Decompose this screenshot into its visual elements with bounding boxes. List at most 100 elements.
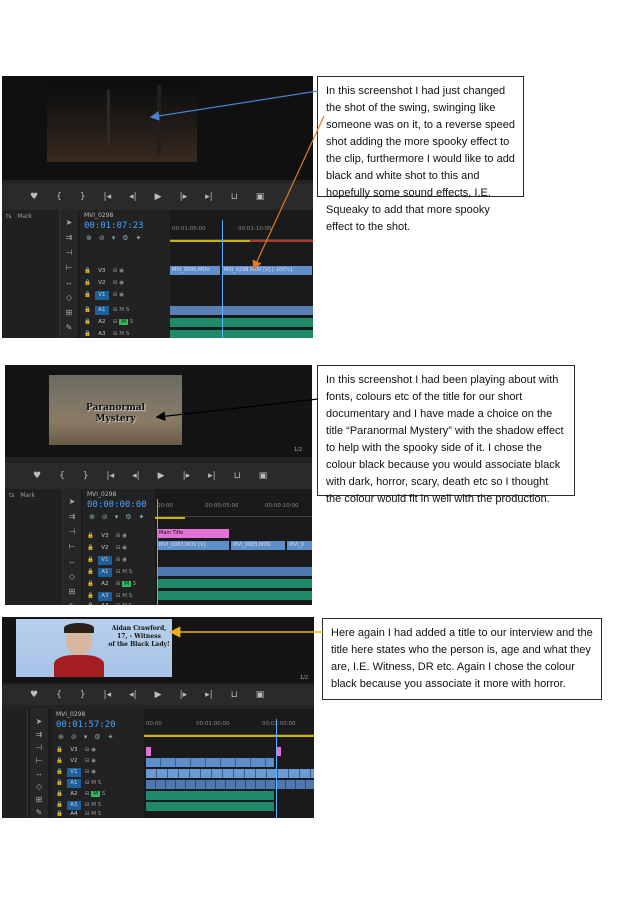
- audio-clip[interactable]: [157, 591, 312, 600]
- linked-selection-icon[interactable]: ⊘: [102, 513, 108, 521]
- track-v2[interactable]: 🔒 V2 ⊟ ◉: [56, 756, 144, 766]
- go-to-in-icon[interactable]: |◂: [104, 690, 112, 700]
- audio-clip[interactable]: [146, 780, 314, 789]
- track-select-icon[interactable]: ⇉: [66, 233, 73, 242]
- audio-clip[interactable]: [157, 579, 312, 588]
- linked-selection-icon[interactable]: ⊘: [99, 234, 105, 242]
- video-clip[interactable]: MVI_0: [287, 541, 312, 550]
- playhead[interactable]: [222, 220, 223, 338]
- audio-clip[interactable]: [170, 330, 313, 338]
- add-marker-icon[interactable]: ▾: [115, 513, 119, 521]
- lift-icon[interactable]: ⊔: [231, 690, 238, 700]
- time-ruler[interactable]: 00:00 00:00:05:00 00:00:10:00: [155, 501, 312, 517]
- ripple-edit-icon[interactable]: ⊣: [66, 248, 73, 257]
- audio-clip[interactable]: [170, 318, 313, 327]
- video-clip[interactable]: MVI_0298.MOV [V] [-100%]: [222, 266, 312, 275]
- playhead[interactable]: [157, 499, 158, 605]
- audio-clip[interactable]: [170, 306, 313, 315]
- slip-icon[interactable]: ⊞: [36, 795, 43, 804]
- track-select-icon[interactable]: ⇉: [36, 730, 43, 739]
- lift-icon[interactable]: ⊔: [234, 471, 241, 481]
- in-point-icon[interactable]: {: [56, 192, 62, 202]
- video-clip-segments[interactable]: [146, 769, 314, 778]
- snap-icon[interactable]: ⊕: [89, 513, 95, 521]
- track-a2[interactable]: 🔒 A2 ⊟ M S: [56, 789, 144, 799]
- rolling-edit-icon[interactable]: ⊢: [66, 263, 73, 272]
- step-back-icon[interactable]: ◂|: [129, 690, 137, 700]
- in-point-icon[interactable]: {: [59, 471, 65, 481]
- playhead[interactable]: [276, 719, 277, 818]
- audio-clip[interactable]: [146, 802, 274, 811]
- track-v3[interactable]: 🔒 V3 ⊟ ◉: [56, 745, 144, 755]
- out-point-icon[interactable]: }: [80, 192, 86, 202]
- go-to-in-icon[interactable]: |◂: [107, 471, 115, 481]
- panel-tabs[interactable]: ts Mark: [2, 210, 59, 223]
- audio-clip[interactable]: [146, 791, 274, 800]
- video-clip[interactable]: MVI_0095.MOV: [170, 266, 220, 275]
- video-clip[interactable]: MVI_0083.MOV: [231, 541, 285, 550]
- wrench-icon[interactable]: ✦: [108, 733, 114, 741]
- export-frame-icon[interactable]: ▣: [256, 690, 265, 700]
- marker-icon[interactable]: ♥: [30, 192, 38, 202]
- step-forward-icon[interactable]: |▸: [180, 690, 188, 700]
- add-marker-icon[interactable]: ▾: [112, 234, 116, 242]
- export-frame-icon[interactable]: ▣: [256, 192, 265, 202]
- pen-icon[interactable]: ✎: [36, 808, 43, 817]
- step-forward-icon[interactable]: |▸: [183, 471, 191, 481]
- track-a1[interactable]: 🔒 A1 ⊟ M S: [56, 778, 144, 788]
- razor-icon[interactable]: ◇: [69, 572, 75, 581]
- title-clip[interactable]: [146, 747, 151, 756]
- time-ruler[interactable]: 00:01:05:00 00:01:10:00: [170, 224, 313, 240]
- wrench-icon[interactable]: ✦: [136, 234, 142, 242]
- settings-icon[interactable]: ⚙: [125, 513, 131, 521]
- snap-icon[interactable]: ⊕: [86, 234, 92, 242]
- rate-stretch-icon[interactable]: ↔: [65, 278, 73, 287]
- audio-clip[interactable]: [157, 567, 312, 576]
- track-v1[interactable]: 🔒 V1 ⊟ ◉: [56, 767, 144, 777]
- razor-icon[interactable]: ◇: [66, 293, 72, 302]
- step-back-icon[interactable]: ◂|: [132, 471, 140, 481]
- snap-icon[interactable]: ⊕: [58, 733, 64, 741]
- play-icon[interactable]: ▶: [155, 192, 162, 202]
- selection-tool-icon[interactable]: ➤: [66, 218, 73, 227]
- marker-icon[interactable]: ♥: [30, 690, 38, 700]
- selection-tool-icon[interactable]: ➤: [69, 497, 76, 506]
- wrench-icon[interactable]: ✦: [139, 513, 145, 521]
- go-to-in-icon[interactable]: |◂: [104, 192, 112, 202]
- settings-icon[interactable]: ⚙: [94, 733, 100, 741]
- slip-icon[interactable]: ⊞: [69, 587, 76, 596]
- linked-selection-icon[interactable]: ⊘: [71, 733, 77, 741]
- settings-icon[interactable]: ⚙: [122, 234, 128, 242]
- pen-icon[interactable]: ✎: [69, 602, 76, 605]
- slip-icon[interactable]: ⊞: [66, 308, 73, 317]
- ripple-edit-icon[interactable]: ⊣: [69, 527, 76, 536]
- in-point-icon[interactable]: {: [56, 690, 62, 700]
- razor-icon[interactable]: ◇: [36, 782, 42, 791]
- play-icon[interactable]: ▶: [155, 690, 162, 700]
- lift-icon[interactable]: ⊔: [231, 192, 238, 202]
- title-clip[interactable]: Main Title: [157, 529, 229, 538]
- selection-tool-icon[interactable]: ➤: [36, 717, 43, 726]
- video-clip-segments[interactable]: [146, 758, 274, 767]
- time-ruler[interactable]: 00:00 00:01:00:00 00:02:00:00: [144, 719, 314, 735]
- go-to-out-icon[interactable]: ▸|: [208, 471, 216, 481]
- rolling-edit-icon[interactable]: ⊢: [69, 542, 76, 551]
- rate-stretch-icon[interactable]: ↔: [35, 769, 43, 778]
- marker-icon[interactable]: ♥: [33, 471, 41, 481]
- out-point-icon[interactable]: }: [80, 690, 86, 700]
- video-clip[interactable]: MVI_0083.MOV [V]: [157, 541, 229, 550]
- export-frame-icon[interactable]: ▣: [259, 471, 268, 481]
- timeline-tracks-area[interactable]: 00:01:05:00 00:01:10:00 MVI_0095.MOV MVI…: [170, 210, 313, 338]
- panel-tabs[interactable]: ts Mark: [5, 489, 62, 502]
- pen-icon[interactable]: ✎: [66, 323, 73, 332]
- step-forward-icon[interactable]: |▸: [180, 192, 188, 202]
- go-to-out-icon[interactable]: ▸|: [205, 690, 213, 700]
- timeline-tracks-area[interactable]: 00:00 00:01:00:00 00:02:00:00: [144, 709, 314, 818]
- track-a4[interactable]: 🔒A4⊟ M S: [56, 809, 144, 818]
- ripple-edit-icon[interactable]: ⊣: [36, 743, 43, 752]
- rolling-edit-icon[interactable]: ⊢: [36, 756, 43, 765]
- rate-stretch-icon[interactable]: ↔: [68, 557, 76, 566]
- add-marker-icon[interactable]: ▾: [84, 733, 88, 741]
- play-icon[interactable]: ▶: [158, 471, 165, 481]
- step-back-icon[interactable]: ◂|: [129, 192, 137, 202]
